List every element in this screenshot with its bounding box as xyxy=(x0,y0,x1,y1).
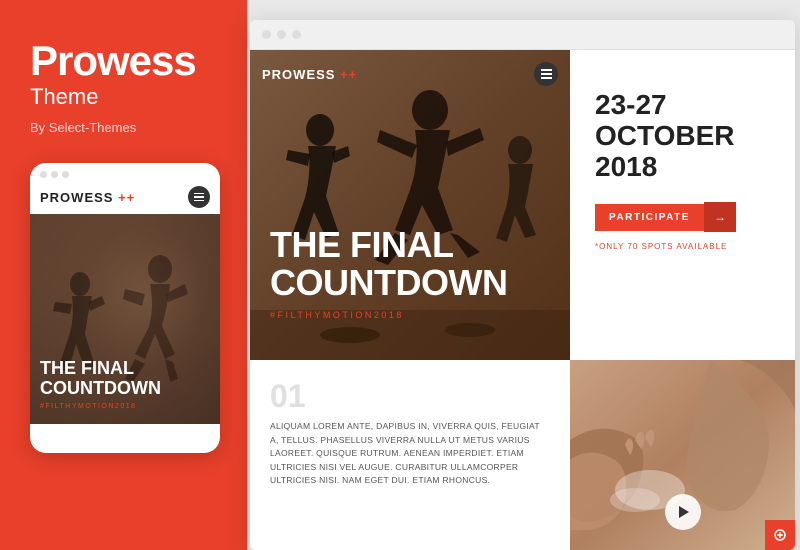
menu-line-2 xyxy=(194,196,204,198)
app-title: Prowess xyxy=(30,40,217,82)
hero-menu-line-2 xyxy=(541,73,552,75)
play-button[interactable] xyxy=(665,494,701,530)
mobile-nav: PROWESS ++ xyxy=(30,186,220,214)
hero-menu-line-3 xyxy=(541,77,552,79)
mobile-logo-suffix: ++ xyxy=(118,190,135,205)
participate-label[interactable]: PARTICIPATE xyxy=(595,204,704,231)
participate-arrow-icon[interactable]: → xyxy=(704,202,736,232)
mobile-mockup: PROWESS ++ xyxy=(30,163,220,453)
hero-menu-line-1 xyxy=(541,69,552,71)
app-subtitle: Theme xyxy=(30,84,217,110)
mobile-menu-icon[interactable] xyxy=(188,186,210,208)
mobile-hero-title: THE FINALCOUNTDOWN xyxy=(40,359,161,399)
browser-mockup: PROWESS ++ THE FINALCOUNTDOWN #FILTHYMOT… xyxy=(250,20,795,550)
mobile-dot-1 xyxy=(40,171,47,178)
menu-line-3 xyxy=(194,200,204,202)
spots-available-text: *ONLY 70 SPOTS AVAILABLE xyxy=(595,242,770,251)
hero-text: THE FINALCOUNTDOWN #FILTHYMOTION2018 xyxy=(270,226,507,320)
hero-logo-suffix: ++ xyxy=(340,67,357,82)
hero-section: PROWESS ++ THE FINALCOUNTDOWN #FILTHYMOT… xyxy=(250,50,570,360)
left-panel: Prowess Theme By Select-Themes PROWESS +… xyxy=(0,0,247,550)
menu-line-1 xyxy=(194,193,204,195)
browser-titlebar xyxy=(250,20,795,50)
mobile-dot-3 xyxy=(62,171,69,178)
info-date: 23-27OCTOBER 2018 xyxy=(595,90,770,182)
app-byline: By Select-Themes xyxy=(30,120,217,135)
corner-icon xyxy=(773,528,787,542)
section-number: 01 xyxy=(270,380,550,412)
play-icon xyxy=(679,506,689,518)
top-row: PROWESS ++ THE FINALCOUNTDOWN #FILTHYMOT… xyxy=(250,50,795,360)
hero-menu-icon[interactable] xyxy=(534,62,558,86)
browser-dot-1 xyxy=(262,30,271,39)
hero-hashtag: #FILTHYMOTION2018 xyxy=(270,310,507,320)
mobile-logo: PROWESS ++ xyxy=(40,190,135,205)
image-corner-button[interactable] xyxy=(765,520,795,550)
mobile-hero: THE FINALCOUNTDOWN #FILTHYMOTION2018 xyxy=(30,214,220,424)
mobile-hero-hashtag: #FILTHYMOTION2018 xyxy=(40,403,161,410)
hero-nav: PROWESS ++ xyxy=(262,62,558,86)
mobile-titlebar xyxy=(30,163,220,186)
hero-main-title: THE FINALCOUNTDOWN xyxy=(270,226,507,302)
content-paragraph: ALIQUAM LOREM ANTE, DAPIBUS IN, VIVERRA … xyxy=(270,420,550,488)
mobile-hero-text: THE FINALCOUNTDOWN #FILTHYMOTION2018 xyxy=(40,359,161,410)
browser-content: PROWESS ++ THE FINALCOUNTDOWN #FILTHYMOT… xyxy=(250,50,795,550)
image-block xyxy=(570,360,795,550)
browser-dot-3 xyxy=(292,30,301,39)
browser-dot-2 xyxy=(277,30,286,39)
participate-button[interactable]: PARTICIPATE → xyxy=(595,202,770,232)
info-section: 23-27OCTOBER 2018 PARTICIPATE → *ONLY 70… xyxy=(570,50,795,360)
content-block: 01 ALIQUAM LOREM ANTE, DAPIBUS IN, VIVER… xyxy=(250,360,570,550)
hero-logo: PROWESS ++ xyxy=(262,67,357,82)
bottom-row: 01 ALIQUAM LOREM ANTE, DAPIBUS IN, VIVER… xyxy=(250,360,795,550)
mobile-dot-2 xyxy=(51,171,58,178)
